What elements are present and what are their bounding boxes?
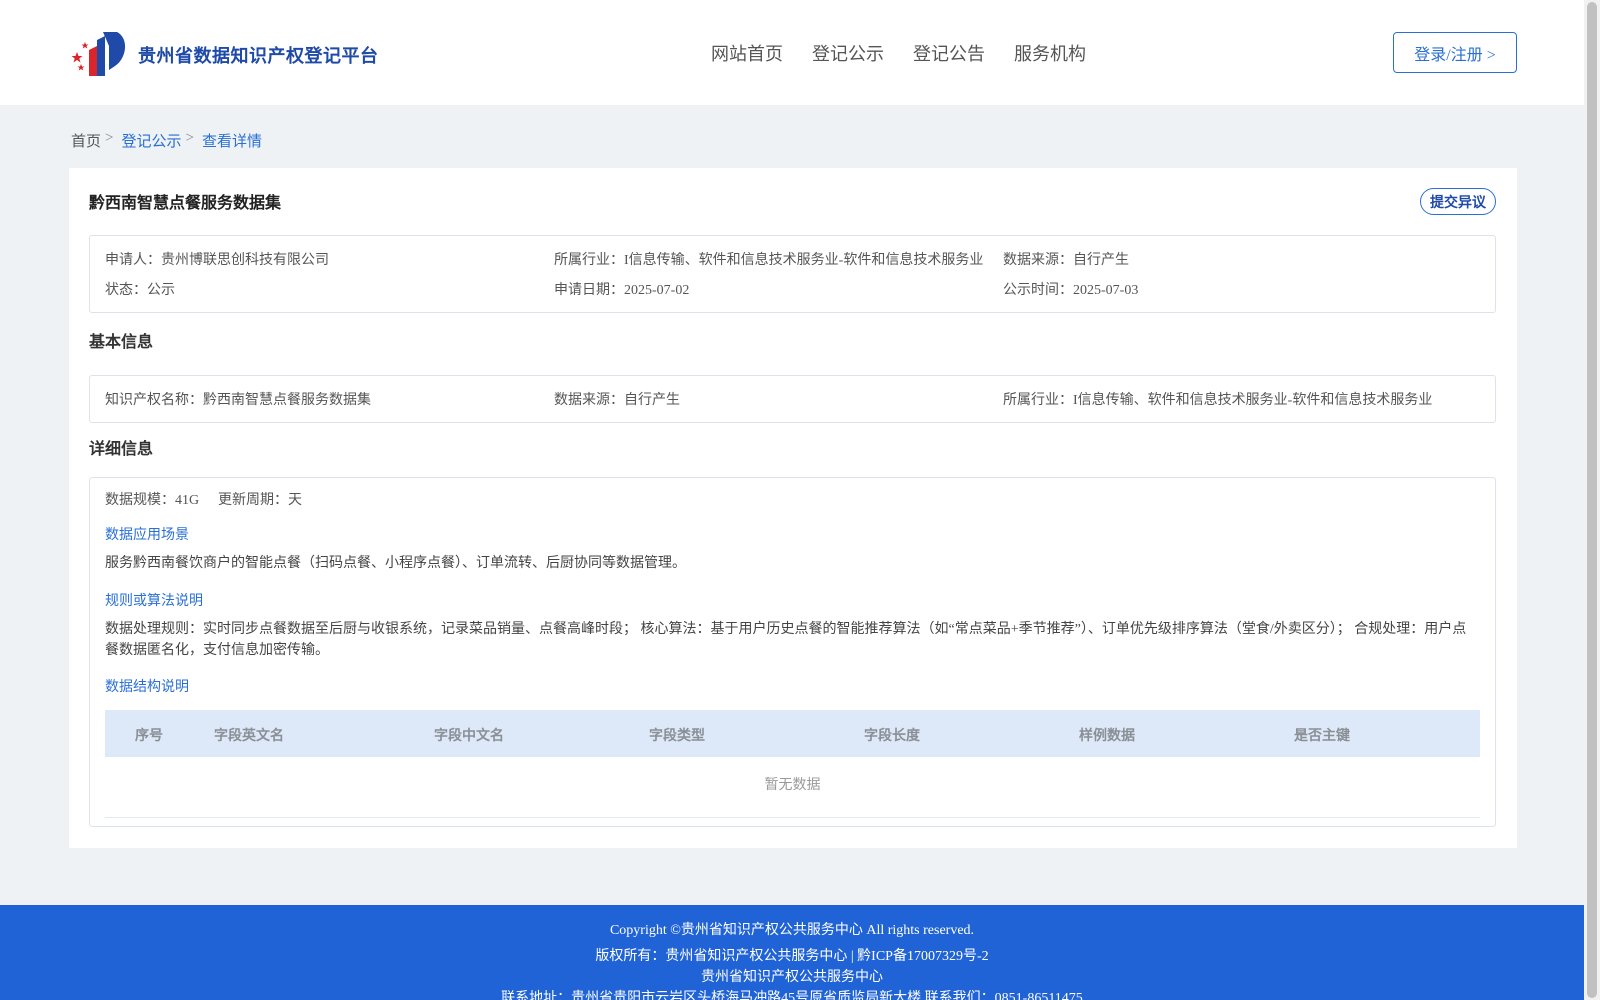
ip-name-value: 黔西南智慧点餐服务数据集	[203, 393, 371, 408]
source-field: 数据来源：自行产生	[1003, 249, 1129, 269]
status-value: 公示	[147, 283, 175, 298]
main-nav: 网站首页 登记公示 登记公告 服务机构	[711, 40, 1086, 66]
status-label: 状态：	[105, 283, 147, 298]
page-scrollbar[interactable]	[1584, 0, 1600, 1000]
basic-industry-value: I信息传输、软件和信息技术服务业-软件和信息技术服务业	[1073, 393, 1433, 408]
breadcrumb-separator: >	[185, 130, 194, 146]
apply-date-value: 2025-07-02	[624, 283, 690, 298]
scenario-text: 服务黔西南餐饮商户的智能点餐（扫码点餐、小程序点餐）、订单流转、后厨协同等数据管…	[105, 556, 686, 571]
breadcrumb-current[interactable]: 查看详情	[202, 130, 262, 151]
update-cycle-field: 更新周期：天	[218, 489, 302, 509]
footer-org: 贵州省知识产权公共服务中心	[701, 970, 883, 985]
footer-contact: 联系地址：贵州省贵阳市云岩区头桥海马冲路45号原省质监局新大楼 联系我们：085…	[501, 991, 1083, 1000]
basic-info-box: 知识产权名称：黔西南智慧点餐服务数据集 数据来源：自行产生 所属行业：I信息传输…	[89, 375, 1496, 423]
column-header: 序号	[135, 729, 163, 744]
footer-copyright: Copyright ©贵州省知识产权公共服务中心 All rights rese…	[609, 923, 975, 938]
status-field: 状态：公示	[105, 279, 175, 299]
detail-info-box: 数据规模：41G 更新周期：天 数据应用场景 服务黔西南餐饮商户的智能点餐（扫码…	[89, 477, 1496, 827]
industry-value: I信息传输、软件和信息技术服务业-软件和信息技术服务业	[624, 253, 984, 268]
scrollbar-thumb[interactable]	[1587, 2, 1597, 998]
industry-label: 所属行业：	[554, 253, 624, 268]
ip-name-label: 知识产权名称：	[105, 393, 203, 408]
apply-date-label: 申请日期：	[554, 283, 624, 298]
structure-title: 数据结构说明	[105, 680, 189, 695]
publish-date-label: 公示时间：	[1003, 283, 1073, 298]
record-title: 黔西南智慧点餐服务数据集	[89, 195, 282, 212]
basic-source-field: 数据来源：自行产生	[554, 389, 680, 409]
nav-service-agencies[interactable]: 服务机构	[1014, 40, 1086, 66]
column-header: 字段类型	[649, 729, 705, 744]
applicant-label: 申请人：	[105, 253, 161, 268]
structure-table-header: 序号 字段英文名 字段中文名 字段类型 字段长度 样例数据 是否主键	[105, 710, 1480, 757]
basic-industry-field: 所属行业：I信息传输、软件和信息技术服务业-软件和信息技术服务业	[1003, 389, 1432, 409]
update-cycle-value: 天	[288, 493, 302, 508]
data-scale-value: 41G	[175, 493, 200, 508]
nav-home[interactable]: 网站首页	[711, 40, 783, 66]
column-header: 样例数据	[1079, 729, 1135, 744]
table-empty-text: 暂无数据	[764, 778, 821, 793]
industry-field: 所属行业：I信息传输、软件和信息技术服务业-软件和信息技术服务业	[554, 249, 983, 269]
column-header: 字段长度	[864, 729, 920, 744]
basic-source-label: 数据来源：	[554, 393, 624, 408]
source-label: 数据来源：	[1003, 253, 1073, 268]
applicant-value: 贵州博联思创科技有限公司	[161, 253, 329, 268]
data-scale-field: 数据规模：41G	[105, 489, 199, 509]
nav-registration-announcement[interactable]: 登记公告	[913, 40, 985, 66]
breadcrumb-separator: >	[105, 130, 114, 146]
rules-title: 规则或算法说明	[105, 594, 203, 609]
site-header: 贵州省数据知识产权登记平台 网站首页 登记公示 登记公告 服务机构 登录/注册 …	[0, 0, 1584, 105]
footer-owner: 版权所有：贵州省知识产权公共服务中心 | 黔ICP备17007329号-2	[595, 949, 989, 964]
source-value: 自行产生	[1073, 253, 1129, 268]
site-logo-icon[interactable]	[71, 28, 129, 78]
nav-registration-publicity[interactable]: 登记公示	[812, 40, 884, 66]
column-header: 是否主键	[1294, 729, 1350, 744]
applicant-field: 申请人：贵州博联思创科技有限公司	[105, 249, 329, 269]
summary-box: 申请人：贵州博联思创科技有限公司 所属行业：I信息传输、软件和信息技术服务业-软…	[89, 235, 1496, 313]
column-header: 字段中文名	[434, 729, 504, 744]
detail-panel: 黔西南智慧点餐服务数据集 提交异议 申请人：贵州博联思创科技有限公司 所属行业：…	[69, 168, 1517, 848]
site-footer: Copyright ©贵州省知识产权公共服务中心 All rights rese…	[0, 905, 1584, 1000]
basic-source-value: 自行产生	[624, 393, 680, 408]
update-cycle-label: 更新周期：	[218, 493, 288, 508]
rules-text: 数据处理规则：实时同步点餐数据至后厨与收银系统，记录菜品销量、点餐高峰时段； 核…	[105, 622, 1467, 658]
data-scale-label: 数据规模：	[105, 493, 175, 508]
ip-name-field: 知识产权名称：黔西南智慧点餐服务数据集	[105, 389, 371, 409]
column-header: 字段英文名	[214, 729, 284, 744]
site-title[interactable]: 贵州省数据知识产权登记平台	[138, 42, 379, 68]
apply-date-field: 申请日期：2025-07-02	[554, 279, 689, 299]
breadcrumb: 首页 > 登记公示 > 查看详情	[71, 130, 262, 151]
basic-info-title: 基本信息	[89, 334, 154, 351]
publish-date-field: 公示时间：2025-07-03	[1003, 279, 1138, 299]
scenario-title: 数据应用场景	[105, 528, 189, 543]
breadcrumb-home[interactable]: 首页	[71, 130, 101, 151]
publish-date-value: 2025-07-03	[1073, 283, 1139, 298]
detail-info-title: 详细信息	[89, 441, 154, 458]
login-register-button[interactable]: 登录/注册 >	[1393, 32, 1517, 73]
submit-objection-button[interactable]: 提交异议	[1420, 188, 1496, 215]
table-bottom-divider	[105, 817, 1480, 818]
basic-industry-label: 所属行业：	[1003, 393, 1073, 408]
breadcrumb-registration-publicity[interactable]: 登记公示	[121, 130, 181, 151]
